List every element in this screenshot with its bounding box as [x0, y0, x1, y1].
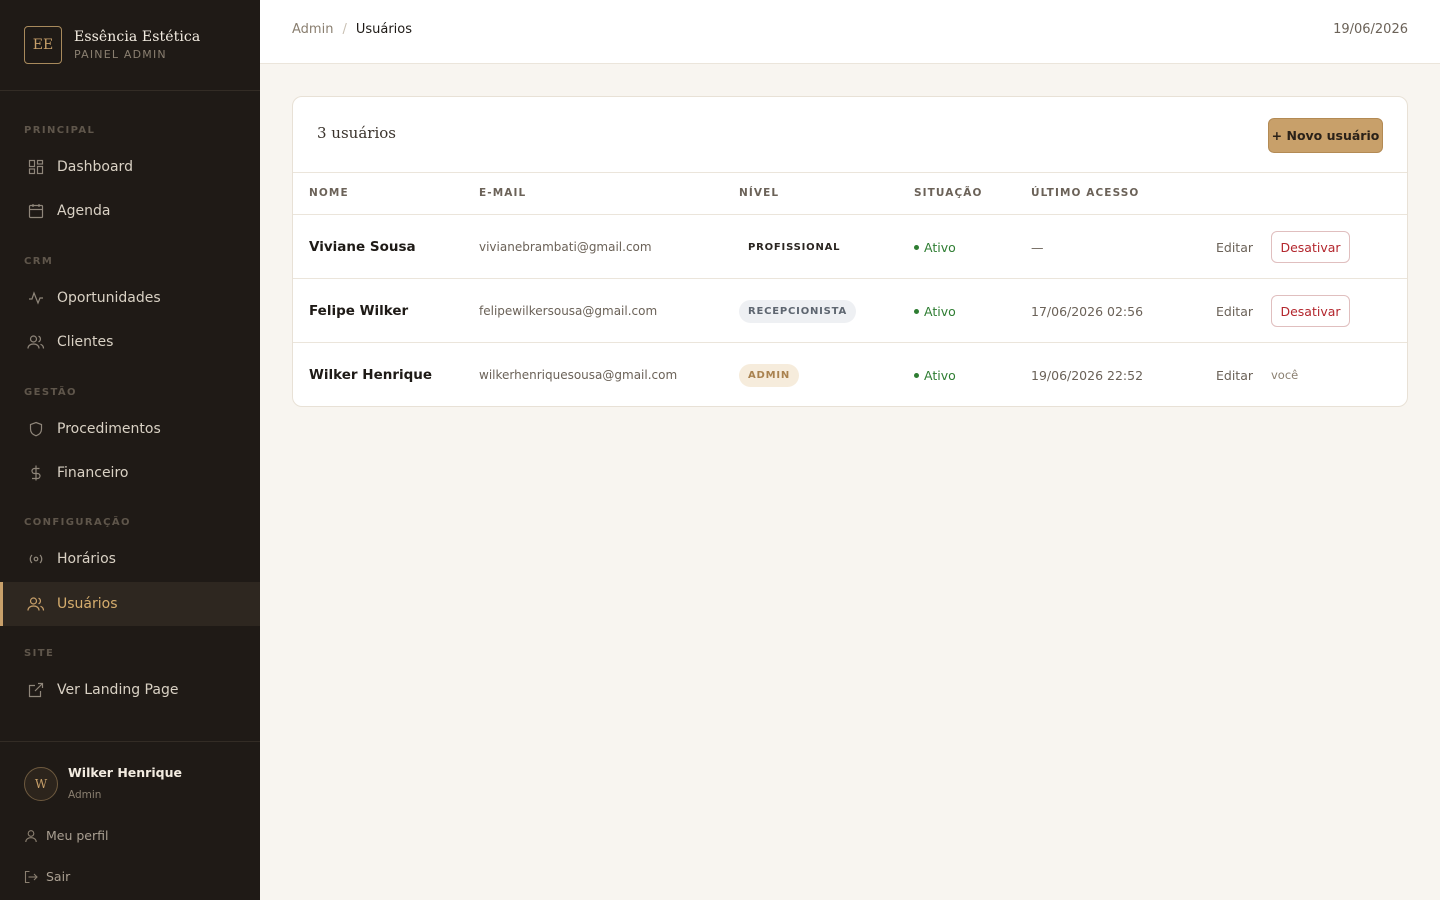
table-header: NOME E-MAIL NÍVEL SITUAÇÃO ÚLTIMO ACESSO [293, 173, 1407, 215]
column-header-level: NÍVEL [739, 187, 780, 199]
sidebar-item-financeiro[interactable]: Financeiro [0, 451, 260, 495]
section-label-gestao: GESTÃO [24, 387, 77, 398]
avatar: W [24, 767, 58, 801]
sidebar-item-clientes[interactable]: Clientes [0, 320, 260, 364]
level-cell: PROFISSIONAL [739, 215, 850, 279]
breadcrumb: Admin / Usuários [292, 22, 412, 37]
user-email-cell: vivianebrambati@gmail.com [479, 240, 652, 254]
breadcrumb-current: Usuários [355, 22, 413, 37]
users-icon [27, 595, 45, 613]
status-cell: Ativo [914, 279, 956, 343]
action-cell: Desativar [1271, 215, 1350, 279]
users-icon [27, 333, 45, 351]
level-badge: PROFISSIONAL [739, 235, 850, 259]
sidebar-item-oportunidades[interactable]: Oportunidades [0, 276, 260, 320]
level-cell: ADMIN [739, 343, 800, 406]
status-dot-icon [914, 372, 919, 378]
brand-subtitle: PAINEL ADMIN [74, 48, 167, 61]
status-dot-icon [914, 244, 919, 250]
sidebar-item-usuarios[interactable]: Usuários [0, 582, 260, 626]
current-user-label: você [1271, 368, 1299, 382]
sidebar-item-label: Usuários [57, 596, 118, 612]
calendar-icon [27, 202, 45, 220]
shield-icon [27, 420, 45, 438]
logout-link[interactable]: Sair [24, 869, 70, 884]
edit-button[interactable]: Editar [1216, 279, 1253, 343]
users-count-title: 3 usuários [317, 124, 396, 142]
status-cell: Ativo [914, 343, 956, 406]
profile-link-label: Meu perfil [46, 828, 109, 843]
section-label-principal: PRINCIPAL [24, 125, 96, 136]
grid-icon [27, 158, 45, 176]
sidebar: EE Essência Estética PAINEL ADMIN PRINCI… [0, 0, 260, 900]
user-name-cell: Felipe Wilker [309, 303, 409, 319]
profile-link[interactable]: Meu perfil [24, 828, 108, 843]
deactivate-button[interactable]: Desativar [1271, 295, 1350, 327]
sidebar-item-label: Clientes [57, 334, 114, 350]
status-cell: Ativo [914, 215, 956, 279]
sidebar-item-label: Ver Landing Page [57, 682, 179, 698]
column-header-last-access: ÚLTIMO ACESSO [1031, 187, 1140, 199]
sidebar-item-horarios[interactable]: Horários [0, 537, 260, 581]
card-header: 3 usuários + Novo usuário [293, 97, 1407, 173]
table-row: Wilker Henrique wilkerhenriquesousa@gmai… [293, 343, 1407, 406]
column-header-name: NOME [309, 187, 349, 199]
brand-logo: EE [24, 26, 62, 64]
breadcrumb-root[interactable]: Admin [292, 22, 333, 37]
action-cell: você [1271, 343, 1299, 406]
user-name: Wilker Henrique [68, 765, 182, 780]
table-row: Viviane Sousa vivianebrambati@gmail.com … [293, 215, 1407, 279]
brand-name: Essência Estética [74, 29, 201, 45]
user-role: Admin [68, 789, 102, 801]
status-badge: Ativo [924, 239, 956, 255]
action-cell: Desativar [1271, 279, 1350, 343]
sidebar-item-procedimentos[interactable]: Procedimentos [0, 407, 260, 451]
section-label-site: SITE [24, 648, 55, 659]
sidebar-item-agenda[interactable]: Agenda [0, 189, 260, 233]
last-access-cell: — [1031, 239, 1044, 255]
sidebar-item-label: Horários [57, 551, 116, 567]
status-badge: Ativo [924, 367, 956, 383]
dollar-icon [27, 464, 45, 482]
status-badge: Ativo [924, 303, 956, 319]
level-badge: RECEPCIONISTA [739, 299, 857, 323]
sidebar-item-label: Oportunidades [57, 290, 161, 306]
top-bar: Admin / Usuários 19/06/2026 [260, 0, 1440, 64]
users-card: 3 usuários + Novo usuário NOME E-MAIL NÍ… [292, 96, 1408, 407]
column-header-email: E-MAIL [479, 187, 527, 199]
last-access-cell: 19/06/2026 22:52 [1031, 367, 1144, 383]
section-label-crm: CRM [24, 256, 54, 267]
edit-button[interactable]: Editar [1216, 215, 1253, 279]
sidebar-item-label: Financeiro [57, 465, 129, 481]
new-user-button[interactable]: + Novo usuário [1268, 118, 1383, 153]
external-link-icon [27, 681, 45, 699]
brand-header: EE Essência Estética PAINEL ADMIN [0, 0, 260, 91]
status-dot-icon [914, 308, 919, 314]
sidebar-item-landing-page[interactable]: Ver Landing Page [0, 668, 260, 712]
user-panel: W Wilker Henrique Admin Meu perfil Sair [0, 741, 260, 900]
column-header-status: SITUAÇÃO [914, 187, 983, 199]
user-name-cell: Viviane Sousa [309, 239, 416, 255]
radio-icon [27, 550, 45, 568]
level-cell: RECEPCIONISTA [739, 279, 857, 343]
deactivate-button[interactable]: Desativar [1271, 231, 1350, 263]
table-row: Felipe Wilker felipewilkersousa@gmail.co… [293, 279, 1407, 343]
current-date: 19/06/2026 [1333, 22, 1408, 37]
user-email-cell: wilkerhenriquesousa@gmail.com [479, 368, 678, 382]
sidebar-item-label: Procedimentos [57, 421, 161, 437]
breadcrumb-separator: / [342, 22, 347, 37]
sidebar-item-label: Dashboard [57, 159, 133, 175]
user-email-cell: felipewilkersousa@gmail.com [479, 304, 658, 318]
activity-icon [27, 289, 45, 307]
level-badge: ADMIN [739, 363, 800, 387]
logout-link-label: Sair [46, 869, 71, 884]
section-label-configuracao: CONFIGURAÇÃO [24, 517, 131, 528]
logout-icon [24, 870, 38, 884]
last-access-cell: 17/06/2026 02:56 [1031, 303, 1144, 319]
edit-button[interactable]: Editar [1216, 343, 1253, 406]
user-icon [24, 829, 38, 843]
sidebar-item-label: Agenda [57, 203, 111, 219]
sidebar-item-dashboard[interactable]: Dashboard [0, 145, 260, 189]
user-name-cell: Wilker Henrique [309, 367, 433, 383]
